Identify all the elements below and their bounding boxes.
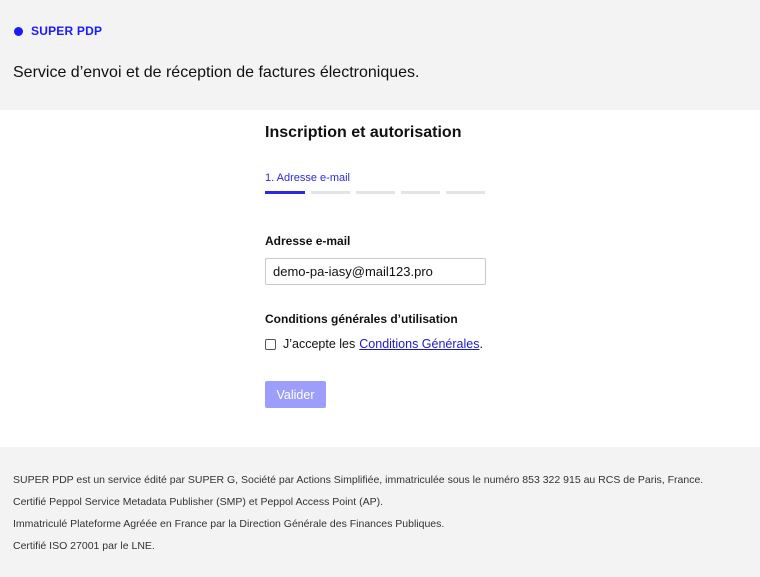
cgu-row: J’accepte les Conditions Générales . [265,337,483,351]
header: SUPER PDP Service d’envoi et de réceptio… [0,0,760,110]
brand[interactable]: SUPER PDP [14,24,102,38]
footer-pa-line: Immatriculé Plateforme Agréée en France … [13,518,445,530]
tagline: Service d’envoi et de réception de factu… [13,64,420,81]
stepper-segment-1 [265,191,305,194]
step-label: 1. Adresse e-mail [265,172,350,184]
brand-dot-icon [14,26,23,36]
footer-legal-line: SUPER PDP est un service édité par SUPER… [13,474,704,486]
footer-iso-line: Certifié ISO 27001 par le LNE. [13,540,155,552]
footer: SUPER PDP est un service édité par SUPER… [0,447,760,577]
cgu-link[interactable]: Conditions Générales [359,337,479,351]
cgu-title: Conditions générales d’utilisation [265,312,458,326]
stepper [265,191,485,194]
stepper-segment-5 [446,191,485,194]
cgu-accept-text: J’accepte les [283,337,356,351]
form-title: Inscription et autorisation [265,124,462,141]
stepper-segment-3 [356,191,395,194]
email-label: Adresse e-mail [265,234,351,248]
footer-peppol-line: Certifié Peppol Service Metadata Publish… [13,496,384,508]
cgu-period: . [479,337,483,351]
stepper-segment-4 [401,191,440,194]
cgu-checkbox[interactable] [265,338,276,350]
email-input[interactable] [265,258,486,285]
stepper-segment-2 [311,191,350,194]
submit-button[interactable]: Valider [265,381,326,408]
brand-name: SUPER PDP [31,24,103,38]
